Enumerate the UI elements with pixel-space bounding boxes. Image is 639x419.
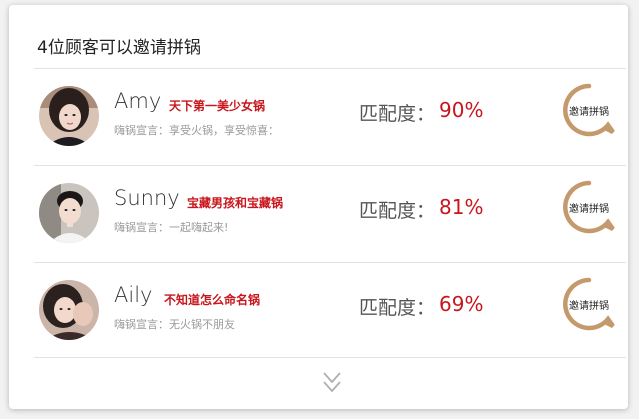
match-value: 81% <box>439 195 484 219</box>
avatar <box>39 280 99 340</box>
customer-declaration: 嗨锅宣言：无火锅不朋友 <box>114 318 235 331</box>
customer-name: Sunny <box>114 186 180 210</box>
match-value: 69% <box>439 292 484 316</box>
invite-button[interactable]: 邀请拼锅 <box>561 82 617 138</box>
match-label: 匹配度： <box>359 297 436 319</box>
invite-button-label: 邀请拼锅 <box>569 301 609 312</box>
avatar <box>39 183 99 243</box>
customer-name: Aily <box>114 283 153 307</box>
customer-name: Amy <box>114 89 162 113</box>
double-chevron-down-icon <box>323 372 341 392</box>
match-label: 匹配度： <box>359 103 436 125</box>
customer-declaration: 嗨锅宣言：享受火锅，享受惊喜： <box>114 124 279 137</box>
expand-more-button[interactable] <box>322 370 342 396</box>
customer-tagline: 不知道怎么命名锅 <box>164 293 261 307</box>
list-item: Sunny 宝藏男孩和宝藏锅 嗨锅宣言：一起嗨起来! 匹配度： 81% 邀请拼锅 <box>9 166 628 262</box>
match-value: 90% <box>439 98 484 122</box>
list-item: Amy 天下第一美少女锅 嗨锅宣言：享受火锅，享受惊喜： 匹配度： 90% 邀请… <box>9 69 628 165</box>
page-title: 4位顾客可以邀请拼锅 <box>37 38 201 58</box>
invite-button[interactable]: 邀请拼锅 <box>561 276 617 332</box>
match-label: 匹配度： <box>359 200 436 222</box>
list-item: Aily 不知道怎么命名锅 嗨锅宣言：无火锅不朋友 匹配度： 69% 邀请拼锅 <box>9 263 628 359</box>
avatar <box>39 86 99 146</box>
invite-button-label: 邀请拼锅 <box>569 204 609 215</box>
invite-customers-card: 4位顾客可以邀请拼锅 Amy 天下第一美少女锅 嗨锅宣言：享受火锅，享受惊喜： … <box>9 5 628 409</box>
divider <box>34 357 626 358</box>
invite-button[interactable]: 邀请拼锅 <box>561 179 617 235</box>
invite-button-label: 邀请拼锅 <box>569 107 609 118</box>
customer-declaration: 嗨锅宣言：一起嗨起来! <box>114 221 229 234</box>
customer-tagline: 天下第一美少女锅 <box>169 99 266 113</box>
customer-tagline: 宝藏男孩和宝藏锅 <box>187 196 284 210</box>
